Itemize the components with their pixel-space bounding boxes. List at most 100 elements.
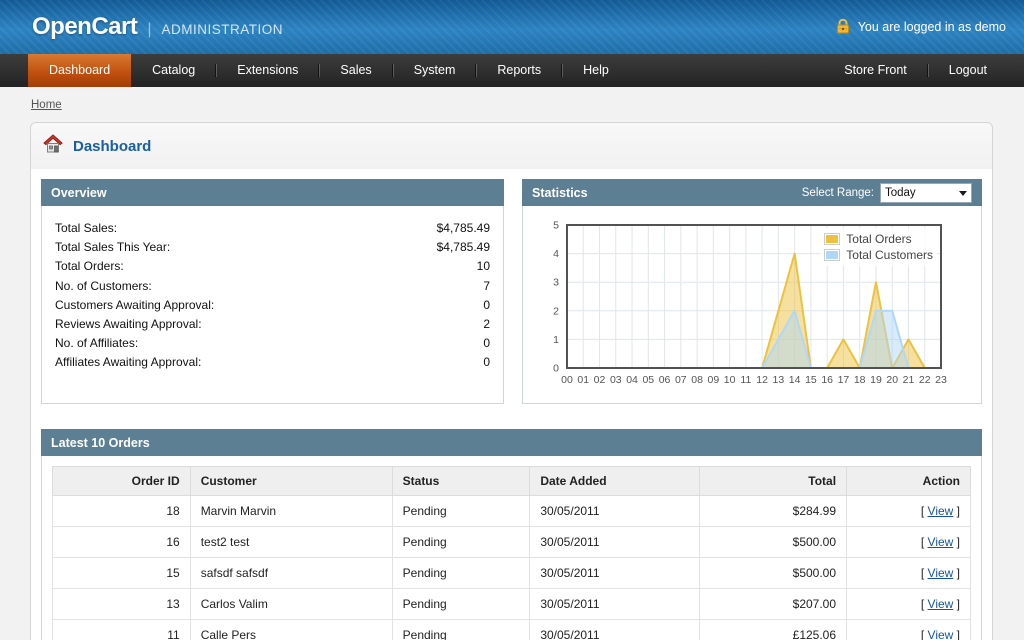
order-id-cell: 15	[53, 558, 191, 589]
svg-text:20: 20	[886, 374, 898, 386]
svg-text:4: 4	[553, 248, 559, 260]
legend-label: Total Customers	[846, 248, 933, 262]
orders-column-total: Total	[700, 467, 847, 496]
svg-text:12: 12	[756, 374, 768, 386]
svg-text:0: 0	[553, 363, 559, 375]
view-link[interactable]: View	[928, 535, 954, 549]
overview-row: No. of Customers:7	[55, 277, 490, 296]
latest-orders-body: Order IDCustomerStatusDate AddedTotalAct…	[41, 456, 982, 640]
view-link[interactable]: View	[928, 628, 954, 640]
status-cell: Pending	[392, 527, 530, 558]
breadcrumb: Home	[31, 99, 993, 111]
action-cell: [ View ]	[847, 527, 971, 558]
svg-text:13: 13	[773, 374, 785, 386]
range-select-wrap: Today	[880, 183, 972, 203]
latest-orders-panel: Latest 10 Orders Order IDCustomerStatusD…	[41, 429, 982, 640]
legend-label: Total Orders	[846, 232, 911, 246]
overview-row-label: Reviews Awaiting Approval:	[55, 315, 202, 334]
latest-orders-heading: Latest 10 Orders	[41, 429, 982, 456]
nav-item-store-front[interactable]: Store Front	[823, 54, 928, 87]
total-cell: $284.99	[700, 496, 847, 527]
action-cell: [ View ]	[847, 496, 971, 527]
nav-item-reports[interactable]: Reports	[476, 54, 562, 87]
total-cell: £125.06	[700, 620, 847, 640]
status-cell: Pending	[392, 589, 530, 620]
overview-row-value: 2	[483, 315, 490, 334]
overview-row-label: No. of Customers:	[55, 277, 152, 296]
svg-text:10: 10	[724, 374, 736, 386]
view-link[interactable]: View	[928, 504, 954, 518]
nav-item-help[interactable]: Help	[562, 54, 630, 87]
overview-row: Total Sales:$4,785.49	[55, 219, 490, 238]
svg-text:22: 22	[919, 374, 931, 386]
content-box: Dashboard Overview Total Sales:$4,785.49…	[30, 122, 993, 640]
overview-row-value: $4,785.49	[437, 238, 490, 257]
action-cell: [ View ]	[847, 558, 971, 589]
statistics-title: Statistics	[532, 186, 588, 200]
nav-item-system[interactable]: System	[393, 54, 477, 87]
nav-item-logout[interactable]: Logout	[928, 54, 1008, 87]
nav-item-extensions[interactable]: Extensions	[216, 54, 319, 87]
customer-cell: test2 test	[190, 527, 392, 558]
overview-row-value: 10	[477, 257, 490, 276]
nav-menu-right: Store FrontLogout	[823, 54, 1008, 87]
overview-row-label: Total Orders:	[55, 257, 124, 276]
orders-column-status: Status	[392, 467, 530, 496]
lock-icon	[835, 18, 851, 37]
order-id-cell: 16	[53, 527, 191, 558]
nav-item-sales[interactable]: Sales	[319, 54, 392, 87]
page-heading: Dashboard	[31, 123, 992, 169]
date-added-cell: 30/05/2011	[530, 496, 700, 527]
overview-row-label: Affiliates Awaiting Approval:	[55, 353, 201, 372]
svg-text:06: 06	[659, 374, 671, 386]
total-cell: $207.00	[700, 589, 847, 620]
status-cell: Pending	[392, 620, 530, 640]
svg-text:1: 1	[553, 334, 559, 346]
overview-row: Total Sales This Year:$4,785.49	[55, 238, 490, 257]
date-added-cell: 30/05/2011	[530, 620, 700, 640]
logo-separator: |	[147, 21, 151, 39]
view-link[interactable]: View	[928, 597, 954, 611]
action-cell: [ View ]	[847, 620, 971, 640]
svg-text:3: 3	[553, 277, 559, 289]
svg-text:04: 04	[626, 374, 638, 386]
nav-item-dashboard[interactable]: Dashboard	[28, 54, 131, 87]
login-status: You are logged in as demo	[835, 18, 1024, 37]
view-link[interactable]: View	[928, 566, 954, 580]
nav-menu: DashboardCatalogExtensionsSalesSystemRep…	[28, 54, 630, 87]
svg-text:16: 16	[821, 374, 833, 386]
svg-text:11: 11	[740, 374, 751, 386]
select-range-label: Select Range:	[802, 187, 874, 199]
orders-column-action: Action	[847, 467, 971, 496]
legend-entry: Total Customers	[824, 248, 933, 262]
overview-row-label: No. of Affiliates:	[55, 334, 138, 353]
home-icon	[43, 134, 63, 158]
overview-row: Total Orders: 10	[55, 257, 490, 276]
status-cell: Pending	[392, 558, 530, 589]
overview-row-value: 0	[483, 334, 490, 353]
nav-item-catalog[interactable]: Catalog	[131, 54, 216, 87]
date-added-cell: 30/05/2011	[530, 558, 700, 589]
legend-entry: Total Orders	[824, 232, 933, 246]
customer-cell: Marvin Marvin	[190, 496, 392, 527]
home-link[interactable]: Home	[31, 99, 62, 111]
order-row: 11Calle PersPending30/05/2011£125.06[ Vi…	[53, 620, 971, 640]
legend-swatch	[824, 249, 840, 261]
administration-label: ADMINISTRATION	[162, 22, 284, 37]
date-added-cell: 30/05/2011	[530, 527, 700, 558]
svg-text:09: 09	[708, 374, 720, 386]
overview-row: Customers Awaiting Approval:0	[55, 296, 490, 315]
overview-row-value: 0	[483, 296, 490, 315]
svg-text:07: 07	[675, 374, 687, 386]
total-cell: $500.00	[700, 558, 847, 589]
svg-text:21: 21	[903, 374, 915, 386]
range-select[interactable]: Today	[880, 183, 972, 203]
opencart-logo: OpenCart	[32, 13, 137, 41]
statistics-panel-heading: Statistics Select Range: Today	[522, 179, 982, 206]
overview-title: Overview	[51, 186, 107, 200]
svg-text:00: 00	[561, 374, 573, 386]
orders-column-customer: Customer	[190, 467, 392, 496]
statistics-panel: Statistics Select Range: Today 012345000…	[522, 179, 982, 404]
order-row: 16test2 testPending30/05/2011$500.00[ Vi…	[53, 527, 971, 558]
chart-legend: Total Orders Total Customers	[820, 228, 937, 266]
